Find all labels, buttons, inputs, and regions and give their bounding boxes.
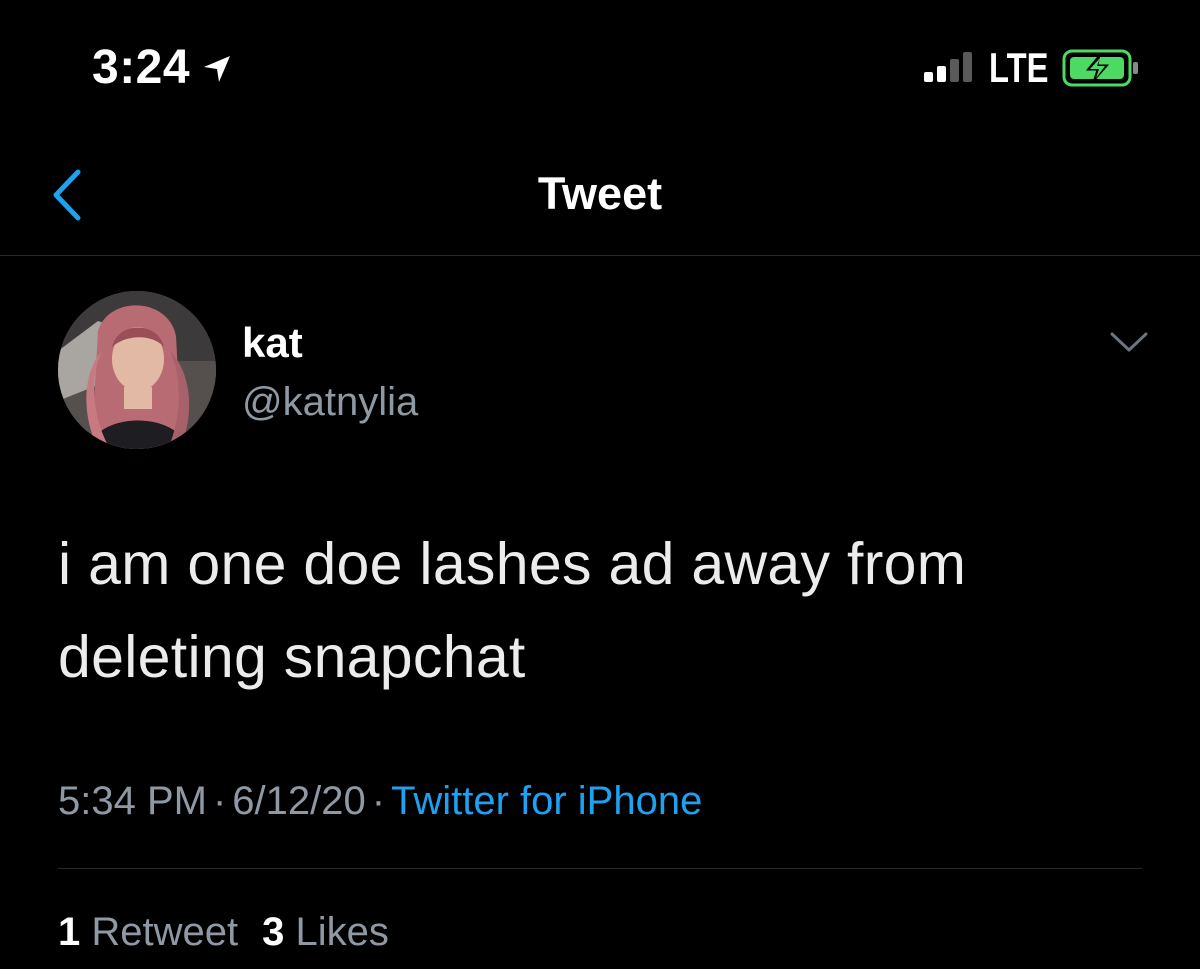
tweet-time: 5:34 PM <box>58 779 207 823</box>
tweet-text: i am one doe lashes ad away from deletin… <box>58 531 967 690</box>
likes-stat[interactable]: 3 Likes <box>262 910 389 954</box>
author-handle[interactable]: @katnylia <box>242 378 418 426</box>
divider <box>58 868 1142 869</box>
like-label: Likes <box>295 910 389 954</box>
tweet-meta: 5:34 PM · 6/12/20 · Twitter for iPhone <box>58 775 702 827</box>
page-title: Tweet <box>537 168 663 219</box>
chevron-down-icon <box>1110 332 1148 352</box>
meta-separator: · <box>371 779 386 823</box>
network-type-label: LTE <box>989 44 1049 91</box>
avatar[interactable] <box>58 291 216 449</box>
tweet-date: 6/12/20 <box>232 779 366 823</box>
profile-photo <box>58 291 216 449</box>
status-bar: 3:24 LTE <box>0 0 1200 130</box>
nav-bar: Tweet <box>0 140 1200 256</box>
retweet-count: 1 <box>58 910 81 954</box>
retweet-label: Retweet <box>91 910 239 954</box>
location-arrow-icon <box>200 52 234 86</box>
like-count: 3 <box>262 910 285 954</box>
status-time: 3:24 <box>92 41 191 94</box>
tweet-options-button[interactable] <box>1108 326 1150 356</box>
tweet-source-link[interactable]: Twitter for iPhone <box>391 779 702 823</box>
author-display-name[interactable]: kat <box>242 318 303 368</box>
meta-separator: · <box>212 779 227 823</box>
battery-charging-icon <box>1062 48 1140 88</box>
signal-bars-icon <box>924 52 976 82</box>
engagement-stats: 1 Retweet 3 Likes <box>58 906 389 958</box>
retweets-stat[interactable]: 1 Retweet <box>58 910 238 954</box>
